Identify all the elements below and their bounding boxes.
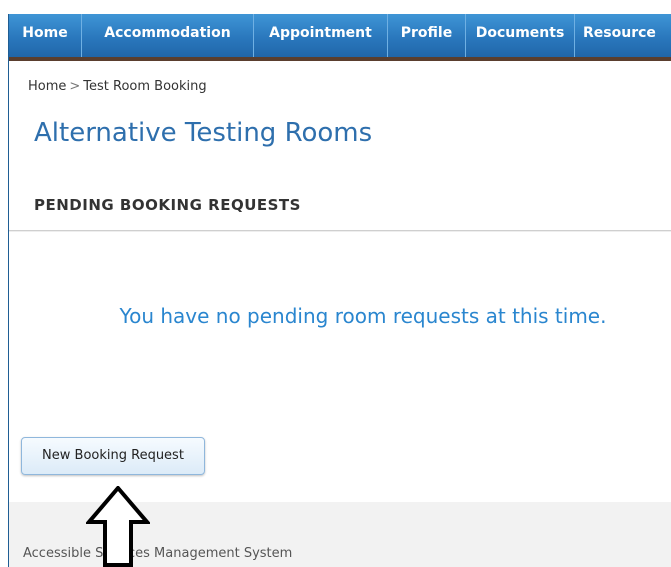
breadcrumb-home-link[interactable]: Home [28, 79, 66, 94]
new-booking-request-button[interactable]: New Booking Request [21, 437, 205, 475]
nav-item-home[interactable]: Home [9, 14, 82, 57]
nav-item-appointment[interactable]: Appointment [254, 14, 388, 57]
empty-state-message: You have no pending room requests at thi… [119, 304, 607, 328]
nav-item-documents[interactable]: Documents [466, 14, 575, 57]
app-frame: Home Accommodation Appointment Profile D… [8, 14, 671, 567]
section-divider [9, 230, 671, 232]
section-header: PENDING BOOKING REQUESTS [34, 196, 301, 214]
page-title: Alternative Testing Rooms [34, 118, 373, 148]
top-navigation: Home Accommodation Appointment Profile D… [9, 14, 671, 61]
nav-item-profile[interactable]: Profile [388, 14, 466, 57]
breadcrumb-separator: > [69, 79, 81, 94]
up-arrow-icon [86, 486, 150, 567]
breadcrumb: Home > Test Room Booking [28, 79, 207, 94]
nav-item-resource[interactable]: Resource [575, 14, 671, 57]
footer-text: Accessible Services Management System [23, 546, 293, 561]
breadcrumb-current: Test Room Booking [83, 79, 207, 94]
nav-item-accommodation[interactable]: Accommodation [82, 14, 254, 57]
